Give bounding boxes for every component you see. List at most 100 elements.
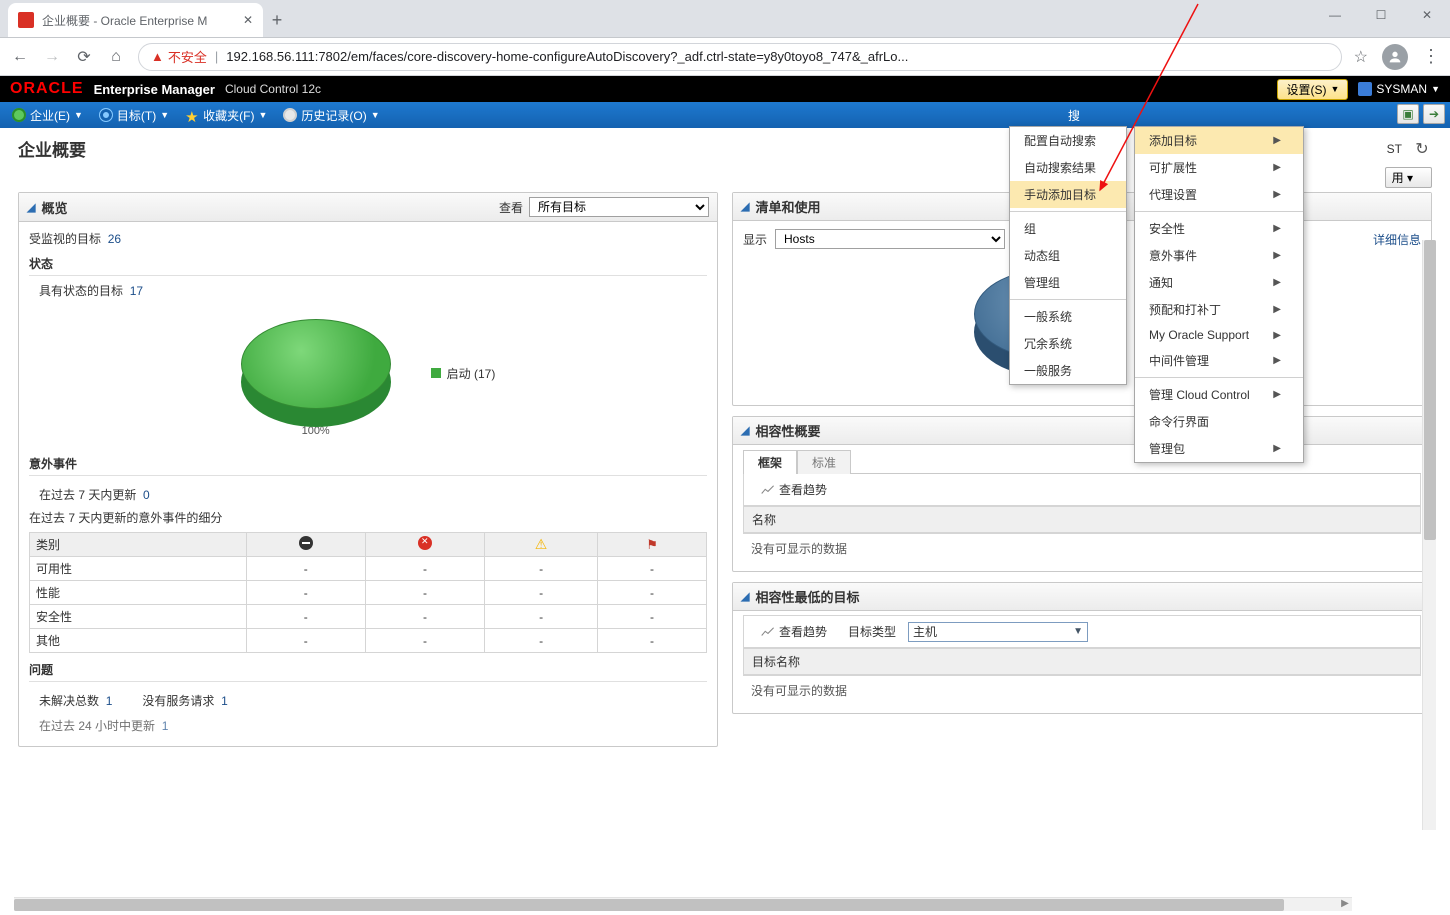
collapse-icon[interactable]: ◢ [27, 201, 35, 214]
table-row: 其他---- [30, 629, 707, 653]
collapse-icon[interactable]: ◢ [741, 590, 749, 603]
nav-favorites[interactable]: ★收藏夹(F) ▼ [185, 107, 267, 124]
no-data-label: 没有可显示的数据 [743, 676, 1421, 705]
auto-refresh-select[interactable]: 用 ▾ [1385, 167, 1432, 188]
menu-icon[interactable]: ⋮ [1422, 46, 1440, 67]
problems-header: 问题 [29, 661, 707, 682]
nav-history[interactable]: 历史记录(O) ▼ [283, 107, 379, 124]
status-legend[interactable]: 启动 (17) [431, 365, 496, 382]
menu-item[interactable]: 管理 Cloud Control▶ [1135, 381, 1303, 408]
reload-button[interactable]: ⟳ [74, 47, 94, 67]
browser-tab[interactable]: 企业概要 - Oracle Enterprise M ✕ [8, 3, 263, 37]
profile-avatar-icon[interactable] [1382, 44, 1408, 70]
inventory-title: 清单和使用 [755, 197, 820, 216]
oracle-logo: ORACLE [10, 80, 84, 98]
search-go-2[interactable]: ➔ [1423, 104, 1445, 124]
monitored-count[interactable]: 26 [108, 232, 121, 246]
menu-item[interactable]: 动态组 [1010, 242, 1126, 269]
address-bar: ← → ⟳ ⌂ ▲ 不安全 | 192.168.56.111:7802/em/f… [0, 38, 1450, 76]
compat-title: 相容性概要 [755, 421, 820, 440]
unresolved-count[interactable]: 1 [106, 694, 113, 708]
table-row: 可用性---- [30, 557, 707, 581]
overview-panel: ◢ 概览 查看 所有目标 受监视的目标 26 状态 具有状态的目标 17 100… [18, 192, 718, 747]
unresolved-label: 未解决总数 [39, 694, 99, 708]
globe-icon [12, 108, 26, 122]
updated7-label: 在过去 7 天内更新 [39, 488, 136, 502]
view-label: 查看 [499, 199, 523, 216]
menu-item[interactable]: 中间件管理▶ [1135, 347, 1303, 374]
menu-item[interactable]: 手动添加目标 [1010, 181, 1126, 208]
home-button[interactable]: ⌂ [106, 47, 126, 67]
updated7-count[interactable]: 0 [143, 488, 150, 502]
maximize-button[interactable]: ☐ [1358, 0, 1404, 30]
view-trend-button[interactable]: 查看趋势 [752, 620, 836, 643]
incident-breakdown-table: 类别 ⚠ ⚑ 可用性---- 性能---- 安全性---- 其他---- [29, 532, 707, 653]
status-targets-label: 具有状态的目标 [39, 284, 123, 298]
no-sr-count[interactable]: 1 [221, 694, 228, 708]
menu-item[interactable]: 组 [1010, 215, 1126, 242]
last24-label: 在过去 24 小时中更新 [39, 719, 155, 733]
details-link[interactable]: 详细信息 [1373, 231, 1421, 248]
new-tab-button[interactable]: + [263, 3, 291, 37]
menu-item[interactable]: 命令行界面 [1135, 408, 1303, 435]
collapse-icon[interactable]: ◢ [741, 424, 749, 437]
tab-framework[interactable]: 框架 [743, 450, 797, 474]
target-type-combo[interactable]: 主机▼ [908, 622, 1088, 642]
menu-item[interactable]: 一般系统 [1010, 303, 1126, 330]
nav-enterprise[interactable]: 企业(E) ▼ [12, 107, 83, 124]
menu-item[interactable]: 意外事件▶ [1135, 242, 1303, 269]
refresh-time-suffix: ST [1387, 142, 1402, 156]
menu-item[interactable]: 代理设置▶ [1135, 181, 1303, 208]
status-pie-chart [241, 309, 391, 429]
last24-count[interactable]: 1 [162, 719, 169, 733]
oracle-nav: 企业(E) ▼ 目标(T) ▼ ★收藏夹(F) ▼ 历史记录(O) ▼ 搜 ▣ … [0, 102, 1450, 128]
nav-targets[interactable]: 目标(T) ▼ [99, 107, 169, 124]
nav-search-prefix: 搜 [1068, 107, 1080, 124]
vertical-scrollbar[interactable] [1422, 240, 1436, 830]
menu-item[interactable]: 自动搜索结果 [1010, 154, 1126, 181]
refresh-icon[interactable]: ↻ [1412, 139, 1432, 159]
menu-item[interactable]: 通知▶ [1135, 269, 1303, 296]
bookmark-icon[interactable]: ☆ [1354, 47, 1368, 67]
menu-item[interactable]: 预配和打补丁▶ [1135, 296, 1303, 323]
collapse-icon[interactable]: ◢ [741, 200, 749, 213]
menu-item[interactable]: 安全性▶ [1135, 215, 1303, 242]
menu-item[interactable]: 冗余系统 [1010, 330, 1126, 357]
menu-item[interactable]: 可扩展性▶ [1135, 154, 1303, 181]
close-window-button[interactable]: ✕ [1404, 0, 1450, 30]
show-select[interactable]: Hosts [775, 229, 1005, 249]
horizontal-scrollbar[interactable]: ▶ [14, 897, 1352, 911]
view-trend-button[interactable]: 查看趋势 [752, 478, 836, 501]
back-button[interactable]: ← [10, 47, 30, 67]
target-type-label: 目标类型 [848, 623, 896, 640]
settings-button[interactable]: 设置(S)▼ [1277, 79, 1348, 100]
incidents-header: 意外事件 [29, 455, 707, 476]
warning-icon: ⚠ [535, 536, 548, 552]
page-title: 企业概要 [18, 136, 86, 161]
close-tab-icon[interactable]: ✕ [243, 13, 253, 27]
star-icon: ★ [185, 108, 199, 122]
nav-go-buttons: ▣ ➔ [1397, 104, 1445, 124]
user-menu[interactable]: SYSMAN▼ [1358, 82, 1440, 96]
menu-item[interactable]: 添加目标▶ [1135, 127, 1303, 154]
url-input[interactable]: ▲ 不安全 | 192.168.56.111:7802/em/faces/cor… [138, 43, 1342, 71]
window-controls: — ☐ ✕ [1312, 0, 1450, 30]
minimize-button[interactable]: — [1312, 0, 1358, 30]
tab-title: 企业概要 - Oracle Enterprise M [42, 12, 235, 29]
menu-item[interactable]: 管理组 [1010, 269, 1126, 296]
forward-button[interactable]: → [42, 47, 62, 67]
menu-item[interactable]: 管理包▶ [1135, 435, 1303, 462]
compatibility-panel: ◢ 相容性概要 框架 标准 查看趋势 名称 没有可显示 [732, 416, 1432, 572]
status-targets-count[interactable]: 17 [130, 284, 143, 298]
menu-item[interactable]: My Oracle Support▶ [1135, 323, 1303, 347]
down-icon [299, 536, 313, 550]
status-header: 状态 [29, 255, 707, 276]
view-select[interactable]: 所有目标 [529, 197, 709, 217]
target-icon [99, 108, 113, 122]
search-go-1[interactable]: ▣ [1397, 104, 1419, 124]
tab-standard[interactable]: 标准 [797, 450, 851, 474]
menu-item[interactable]: 一般服务 [1010, 357, 1126, 384]
col-name: 名称 [744, 506, 1420, 533]
menu-item[interactable]: 配置自动搜索 [1010, 127, 1126, 154]
browser-tab-strip: 企业概要 - Oracle Enterprise M ✕ + — ☐ ✕ [0, 0, 1450, 38]
